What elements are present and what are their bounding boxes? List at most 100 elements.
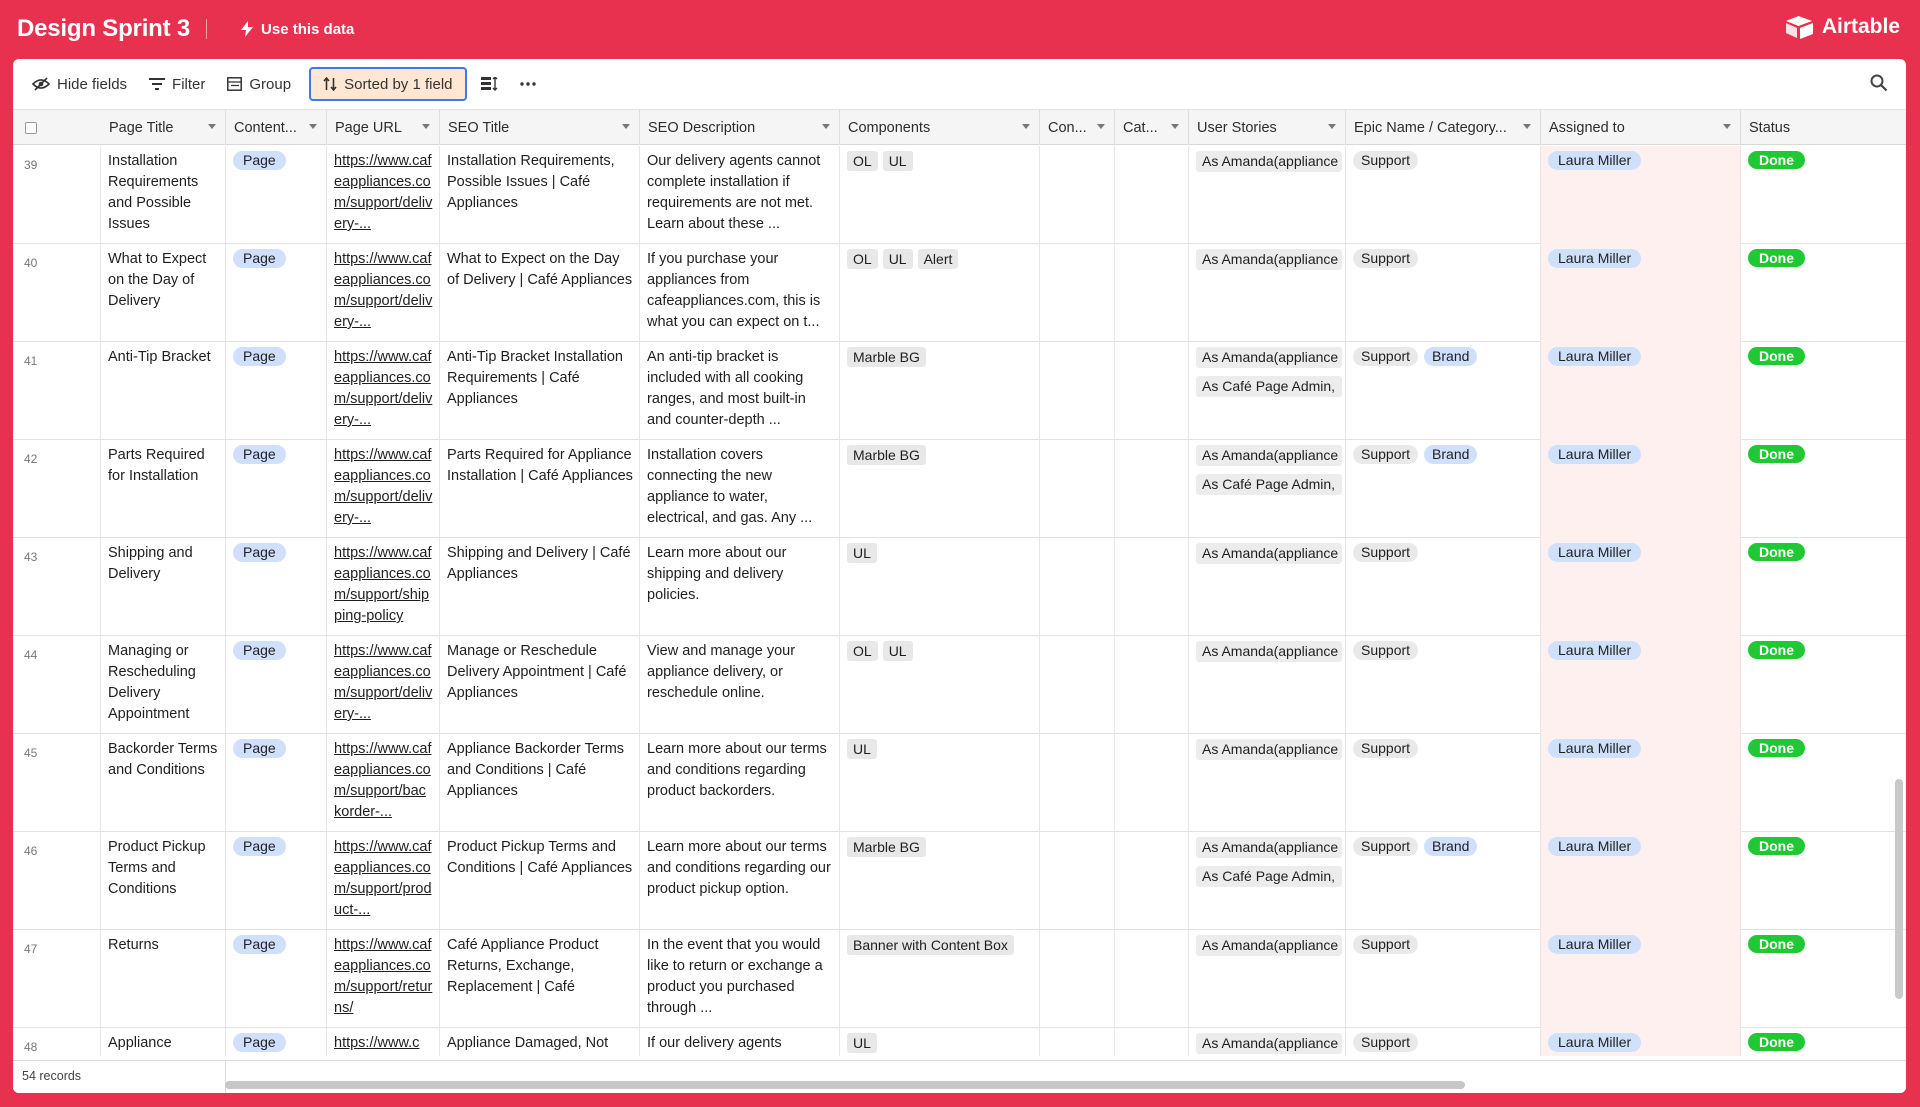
cell-page-url[interactable]: https://www.cafeappliances.com/support/p… xyxy=(327,832,440,930)
cell-seo-title[interactable]: Parts Required for Appliance Installatio… xyxy=(440,440,640,538)
page-url-link[interactable]: https://www.c xyxy=(334,1035,419,1051)
cell-components[interactable]: OL UL xyxy=(840,146,1040,244)
cell-seo-description[interactable]: Our delivery agents cannot complete inst… xyxy=(640,146,840,244)
select-all-checkbox[interactable] xyxy=(13,110,101,145)
more-options-button[interactable] xyxy=(513,69,543,99)
cell-status[interactable]: Done xyxy=(1741,440,1906,538)
cell-content-type[interactable]: Page xyxy=(226,538,327,636)
cell-page-url[interactable]: https://www.cafeappliances.com/support/d… xyxy=(327,636,440,734)
cell-user-stories[interactable]: As Amanda(appliance As Café Page Admin, xyxy=(1189,342,1346,440)
cell-con[interactable] xyxy=(1040,244,1115,342)
cell-assigned-to[interactable]: Laura Miller xyxy=(1541,342,1741,440)
cell-assigned-to[interactable]: Laura Miller xyxy=(1541,832,1741,930)
cell-components[interactable]: OL UL Alert xyxy=(840,244,1040,342)
cell-cat[interactable] xyxy=(1115,146,1189,244)
cell-page-title[interactable]: Appliance xyxy=(101,1028,226,1056)
table-row[interactable]: 44 Managing or Rescheduling Delivery Appo… xyxy=(13,636,1906,734)
cell-status[interactable]: Done xyxy=(1741,832,1906,930)
row-number[interactable]: 44 xyxy=(13,636,101,734)
cell-status[interactable]: Done xyxy=(1741,538,1906,636)
cell-seo-title[interactable]: Installation Requirements, Possible Issu… xyxy=(440,146,640,244)
cell-cat[interactable] xyxy=(1115,244,1189,342)
cell-user-stories[interactable]: As Amanda(appliance As Café Page Admin, xyxy=(1189,440,1346,538)
page-url-link[interactable]: https://www.cafeappliances.com/support/d… xyxy=(334,447,432,526)
cell-status[interactable]: Done xyxy=(1741,734,1906,832)
horizontal-scrollbar[interactable] xyxy=(225,1081,1465,1089)
cell-page-title[interactable]: Product Pickup Terms and Conditions xyxy=(101,832,226,930)
table-row[interactable]: 41 Anti-Tip Bracket Page https://www.cafeap… xyxy=(13,342,1906,440)
cell-seo-title[interactable]: Manage or Reschedule Delivery Appointmen… xyxy=(440,636,640,734)
chevron-down-icon[interactable] xyxy=(822,124,830,129)
row-number[interactable]: 42 xyxy=(13,440,101,538)
cell-user-stories[interactable]: As Amanda(appliance xyxy=(1189,244,1346,342)
chevron-down-icon[interactable] xyxy=(208,124,216,129)
cell-assigned-to[interactable]: Laura Miller xyxy=(1541,1028,1741,1056)
cell-components[interactable]: UL xyxy=(840,734,1040,832)
vertical-scrollbar[interactable] xyxy=(1895,779,1903,999)
cell-page-title[interactable]: Returns xyxy=(101,930,226,1028)
cell-epic-name[interactable]: Support xyxy=(1346,538,1541,636)
airtable-logo[interactable]: Airtable xyxy=(1785,15,1900,39)
cell-epic-name[interactable]: Support xyxy=(1346,930,1541,1028)
column-header-assigned-to[interactable]: Assigned to xyxy=(1541,110,1741,145)
page-url-link[interactable]: https://www.cafeappliances.com/support/d… xyxy=(334,349,432,428)
chevron-down-icon[interactable] xyxy=(1097,124,1105,129)
cell-cat[interactable] xyxy=(1115,538,1189,636)
cell-seo-description[interactable]: If you purchase your appliances from caf… xyxy=(640,244,840,342)
cell-page-title[interactable]: Anti-Tip Bracket xyxy=(101,342,226,440)
cell-seo-title[interactable]: What to Expect on the Day of Delivery | … xyxy=(440,244,640,342)
cell-page-title[interactable]: Managing or Rescheduling Delivery Appoin… xyxy=(101,636,226,734)
cell-status[interactable]: Done xyxy=(1741,146,1906,244)
cell-content-type[interactable]: Page xyxy=(226,832,327,930)
cell-content-type[interactable]: Page xyxy=(226,734,327,832)
cell-epic-name[interactable]: Support Brand xyxy=(1346,832,1541,930)
cell-assigned-to[interactable]: Laura Miller xyxy=(1541,636,1741,734)
cell-epic-name[interactable]: Support xyxy=(1346,1028,1541,1056)
row-number[interactable]: 41 xyxy=(13,342,101,440)
cell-epic-name[interactable]: Support Brand xyxy=(1346,342,1541,440)
filter-button[interactable]: Filter xyxy=(141,67,213,101)
checkbox[interactable] xyxy=(25,121,37,134)
cell-content-type[interactable]: Page xyxy=(226,146,327,244)
row-number[interactable]: 46 xyxy=(13,832,101,930)
cell-components[interactable]: OL UL xyxy=(840,636,1040,734)
cell-content-type[interactable]: Page xyxy=(226,244,327,342)
cell-user-stories[interactable]: As Amanda(appliance xyxy=(1189,146,1346,244)
cell-epic-name[interactable]: Support Brand xyxy=(1346,440,1541,538)
cell-seo-description[interactable]: Learn more about our terms and condition… xyxy=(640,832,840,930)
cell-components[interactable]: Marble BG xyxy=(840,832,1040,930)
chevron-down-icon[interactable] xyxy=(1328,124,1336,129)
cell-seo-title[interactable]: Café Appliance Product Returns, Exchange… xyxy=(440,930,640,1028)
cell-seo-title[interactable]: Appliance Backorder Terms and Conditions… xyxy=(440,734,640,832)
cell-seo-description[interactable]: View and manage your appliance delivery,… xyxy=(640,636,840,734)
cell-page-url[interactable]: https://www.cafeappliances.com/support/d… xyxy=(327,146,440,244)
row-number[interactable]: 45 xyxy=(13,734,101,832)
cell-content-type[interactable]: Page xyxy=(226,1028,327,1056)
cell-epic-name[interactable]: Support xyxy=(1346,734,1541,832)
cell-con[interactable] xyxy=(1040,342,1115,440)
cell-assigned-to[interactable]: Laura Miller xyxy=(1541,146,1741,244)
chevron-down-icon[interactable] xyxy=(422,124,430,129)
cell-epic-name[interactable]: Support xyxy=(1346,636,1541,734)
cell-components[interactable]: Marble BG xyxy=(840,440,1040,538)
cell-status[interactable]: Done xyxy=(1741,1028,1906,1056)
chevron-down-icon[interactable] xyxy=(622,124,630,129)
column-header-content[interactable]: Content... xyxy=(226,110,327,145)
column-header-page-title[interactable]: Page Title xyxy=(101,110,226,145)
cell-status[interactable]: Done xyxy=(1741,636,1906,734)
cell-con[interactable] xyxy=(1040,440,1115,538)
chevron-down-icon[interactable] xyxy=(1171,124,1179,129)
cell-cat[interactable] xyxy=(1115,342,1189,440)
sort-button[interactable]: Sorted by 1 field xyxy=(309,67,467,101)
cell-seo-description[interactable]: Learn more about our terms and condition… xyxy=(640,734,840,832)
page-url-link[interactable]: https://www.cafeappliances.com/support/d… xyxy=(334,643,432,722)
row-number[interactable]: 43 xyxy=(13,538,101,636)
page-url-link[interactable]: https://www.cafeappliances.com/support/r… xyxy=(334,937,432,1016)
cell-page-url[interactable]: https://www.cafeappliances.com/support/d… xyxy=(327,440,440,538)
cell-seo-description[interactable]: In the event that you would like to retu… xyxy=(640,930,840,1028)
column-header-status[interactable]: Status xyxy=(1741,110,1906,145)
page-url-link[interactable]: https://www.cafeappliances.com/support/b… xyxy=(334,741,432,820)
cell-assigned-to[interactable]: Laura Miller xyxy=(1541,244,1741,342)
row-number[interactable]: 47 xyxy=(13,930,101,1028)
chevron-down-icon[interactable] xyxy=(1723,124,1731,129)
